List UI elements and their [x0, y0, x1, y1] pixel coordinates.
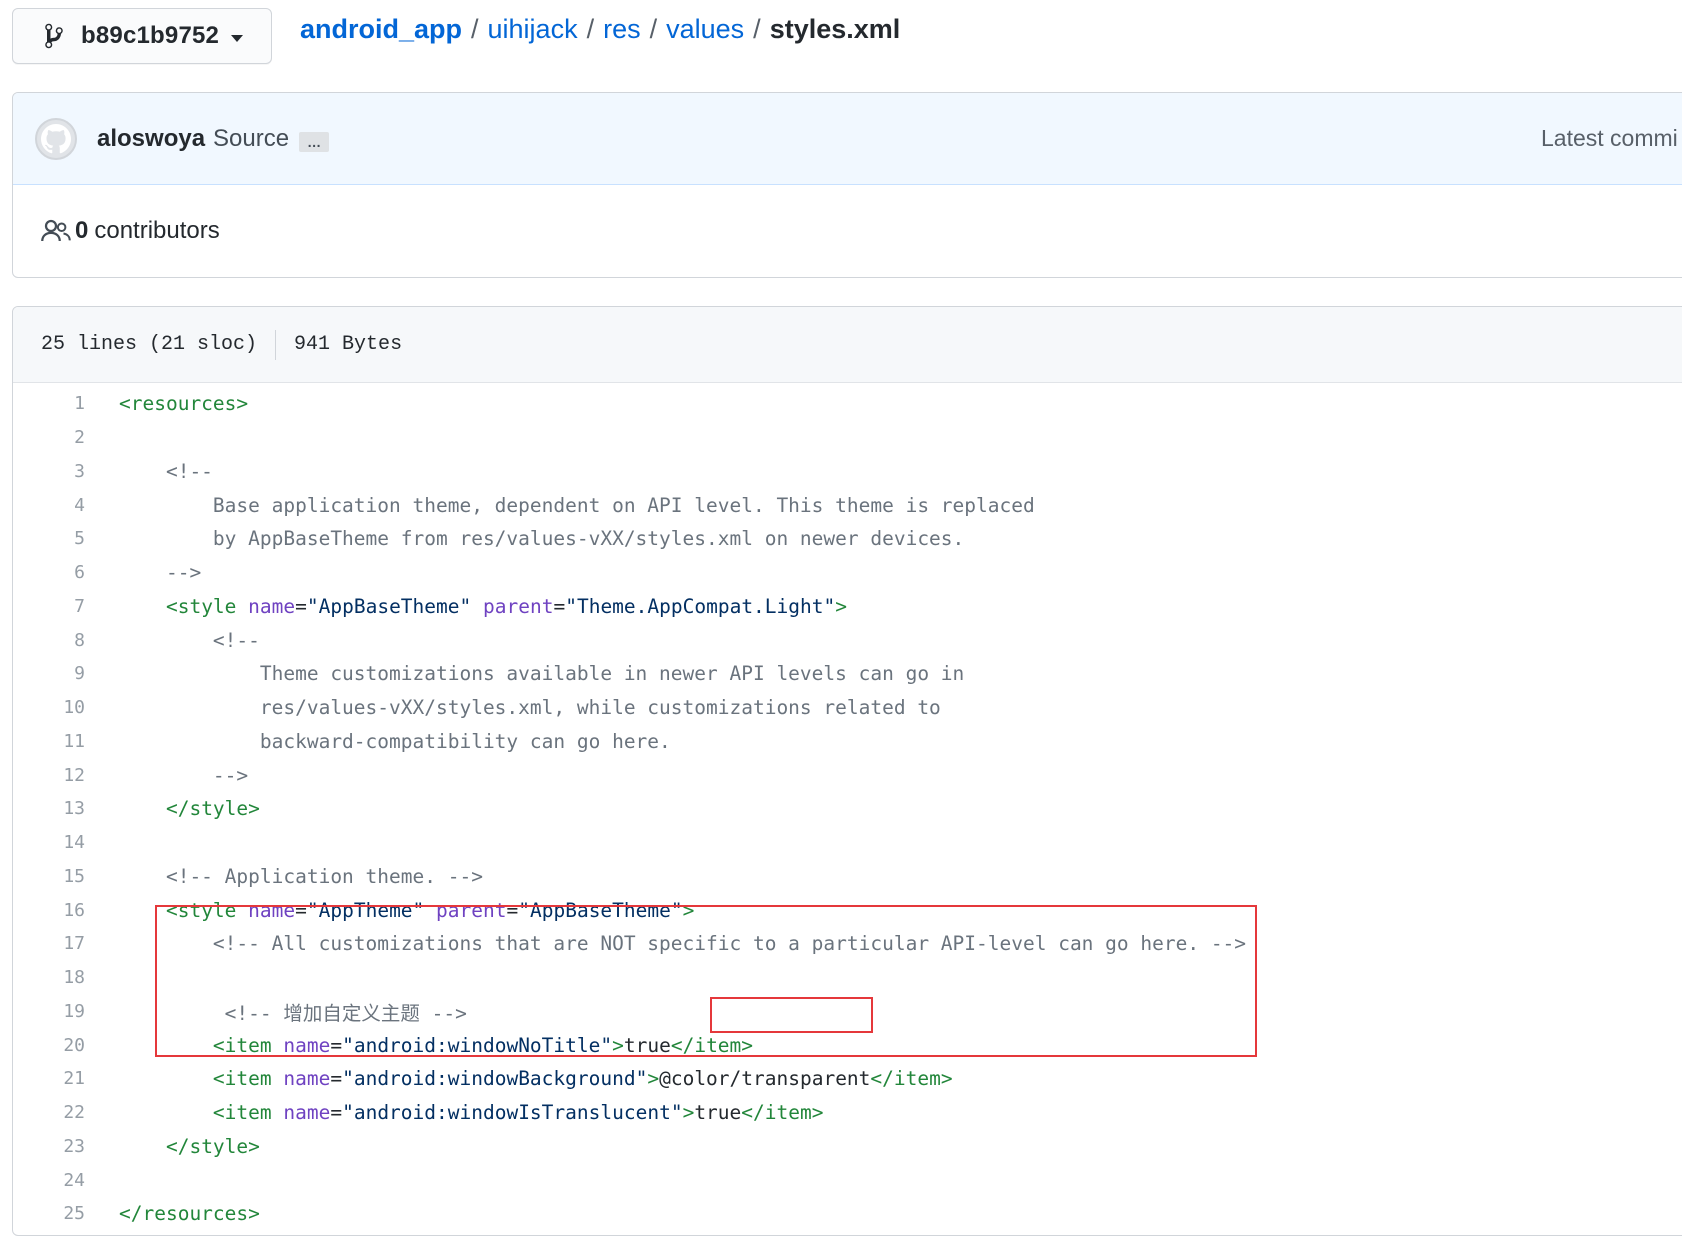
code-line: 22 <item name="android:windowIsTransluce… — [13, 1096, 1682, 1130]
file-info-header: 25 lines (21 sloc) 941 Bytes — [13, 307, 1682, 383]
code-line: 3 <!-- — [13, 455, 1682, 489]
line-number[interactable]: 1 — [13, 393, 85, 414]
line-number[interactable]: 12 — [13, 765, 85, 786]
highlight-box-transparent — [710, 997, 873, 1033]
github-logo-icon — [41, 123, 71, 153]
breadcrumb-link-res[interactable]: res — [603, 14, 641, 45]
people-icon — [41, 219, 71, 242]
line-number[interactable]: 17 — [13, 933, 85, 954]
code-line: 9 Theme customizations available in newe… — [13, 657, 1682, 691]
line-number[interactable]: 5 — [13, 528, 85, 549]
branch-name: b89c1b9752 — [81, 22, 220, 49]
line-number[interactable]: 2 — [13, 427, 85, 448]
line-code: --> — [119, 561, 202, 585]
line-code: res/values-vXX/styles.xml, while customi… — [119, 696, 941, 720]
line-code: </style> — [165, 1134, 260, 1158]
latest-commit-header: aloswoya Source … Latest commi — [13, 93, 1682, 185]
line-code: Base application theme, dependent on API… — [119, 493, 1035, 517]
line-number[interactable]: 19 — [13, 1001, 85, 1022]
line-number[interactable]: 23 — [13, 1136, 85, 1157]
breadcrumb-current-file: styles.xml — [769, 14, 901, 44]
code-line: 4 Base application theme, dependent on A… — [13, 488, 1682, 522]
latest-commit-label[interactable]: Latest commi — [1541, 125, 1678, 152]
line-number[interactable]: 14 — [13, 832, 85, 853]
code-line: 24 — [13, 1163, 1682, 1197]
code-line: 6 --> — [13, 556, 1682, 590]
line-number[interactable]: 13 — [13, 798, 85, 819]
breadcrumb-link-uihijack[interactable]: uihijack — [488, 14, 578, 45]
code-line: 1 <resources> — [13, 387, 1682, 421]
code-line: 8 <!-- — [13, 623, 1682, 657]
line-number[interactable]: 6 — [13, 562, 85, 583]
commit-author-link[interactable]: aloswoya — [97, 125, 205, 153]
chevron-down-icon — [231, 34, 244, 42]
contributors-label: contributors — [94, 217, 220, 244]
file-line-count: 25 lines (21 sloc) — [41, 333, 258, 356]
line-number[interactable]: 24 — [13, 1170, 85, 1191]
line-number[interactable]: 21 — [13, 1068, 85, 1089]
line-code: <item name="android:windowBackground">@c… — [212, 1067, 953, 1091]
breadcrumb: android_app / uihijack / res / values / … — [300, 14, 900, 45]
line-number[interactable]: 11 — [13, 731, 85, 752]
breadcrumb-link-values[interactable]: values — [666, 14, 744, 45]
line-code: </style> — [165, 797, 260, 821]
code-line: 7 <style name="AppBaseTheme" parent="The… — [13, 590, 1682, 624]
line-number[interactable]: 3 — [13, 461, 85, 482]
file-info-divider — [275, 329, 277, 360]
code-line: 2 — [13, 421, 1682, 455]
code-line: 11 backward-compatibility can go here. — [13, 725, 1682, 759]
expand-commit-button[interactable]: … — [299, 131, 330, 152]
line-number[interactable]: 20 — [13, 1035, 85, 1056]
commit-box: aloswoya Source … Latest commi 0 contrib… — [12, 92, 1682, 278]
line-number[interactable]: 10 — [13, 697, 85, 718]
line-code: <item name="android:windowIsTranslucent"… — [212, 1101, 824, 1125]
line-code: <!-- — [119, 628, 260, 652]
branch-select-button[interactable]: b89c1b9752 — [12, 8, 272, 64]
code-line: 21 <item name="android:windowBackground"… — [13, 1062, 1682, 1096]
code-table: 1 <resources> 2 3 <!-- 4 Base application th… — [13, 383, 1682, 1231]
git-branch-icon — [45, 23, 63, 49]
file-size: 941 Bytes — [294, 333, 403, 356]
line-number[interactable]: 25 — [13, 1203, 85, 1224]
breadcrumb-separator: / — [586, 14, 595, 44]
line-code: </resources> — [119, 1202, 260, 1226]
line-code: Theme customizations available in newer … — [119, 662, 965, 686]
breadcrumb-separator: / — [471, 14, 479, 44]
line-code: <style name="AppBaseTheme" parent="Theme… — [165, 594, 847, 618]
line-number[interactable]: 18 — [13, 967, 85, 988]
breadcrumb-separator: / — [753, 14, 761, 44]
line-number[interactable]: 7 — [13, 596, 85, 617]
code-line: 14 — [13, 826, 1682, 860]
line-number[interactable]: 16 — [13, 900, 85, 921]
line-number[interactable]: 9 — [13, 663, 85, 684]
code-line: 13 </style> — [13, 792, 1682, 826]
line-number[interactable]: 8 — [13, 630, 85, 651]
contributors-count: 0 — [75, 217, 89, 244]
code-line: 25 </resources> — [13, 1197, 1682, 1231]
code-line: 5 by AppBaseTheme from res/values-vXX/st… — [13, 522, 1682, 556]
line-code: <resources> — [119, 392, 249, 416]
code-line: 23 </style> — [13, 1130, 1682, 1164]
file-viewer: 25 lines (21 sloc) 941 Bytes 1 <resources… — [12, 306, 1682, 1236]
commit-message-link[interactable]: Source — [213, 125, 289, 153]
code-line: 10 res/values-vXX/styles.xml, while cust… — [13, 691, 1682, 725]
line-code: backward-compatibility can go here. — [119, 729, 671, 753]
line-number[interactable]: 22 — [13, 1102, 85, 1123]
highlight-box-custom-theme — [155, 905, 1257, 1057]
line-number[interactable]: 15 — [13, 866, 85, 887]
contributors-row[interactable]: 0 contributors — [13, 185, 1682, 277]
line-code: --> — [119, 763, 249, 787]
code-line: 15 <!-- Application theme. --> — [13, 860, 1682, 894]
line-number[interactable]: 4 — [13, 495, 85, 516]
line-code: <!-- — [119, 459, 213, 483]
avatar[interactable] — [35, 117, 77, 160]
code-line: 12 --> — [13, 758, 1682, 792]
breadcrumb-separator: / — [649, 14, 658, 44]
breadcrumb-repo-link[interactable]: android_app — [300, 14, 462, 45]
line-code: <!-- Application theme. --> — [119, 864, 483, 888]
line-code: by AppBaseTheme from res/values-vXX/styl… — [119, 527, 965, 551]
